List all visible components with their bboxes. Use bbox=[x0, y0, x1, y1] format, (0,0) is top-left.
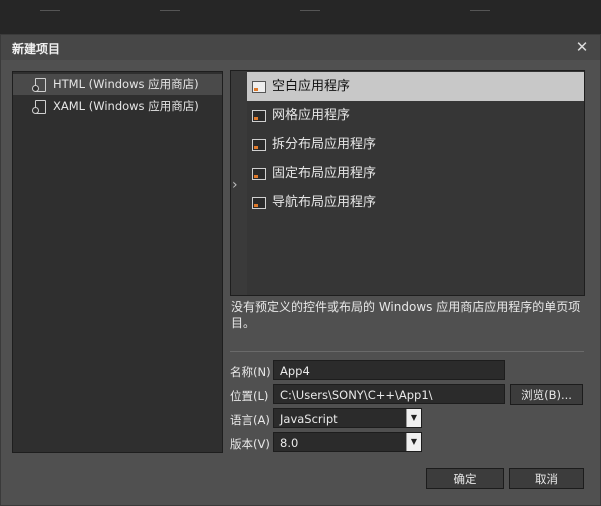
cancel-button[interactable]: 取消 bbox=[509, 468, 584, 489]
file-icon bbox=[32, 100, 46, 114]
dialog-title: 新建项目 bbox=[12, 42, 61, 56]
name-input[interactable]: App4 bbox=[273, 360, 505, 380]
blank-app-icon bbox=[252, 81, 266, 93]
project-type-tree: HTML (Windows 应用商店) XAML (Windows 应用商店) bbox=[12, 71, 223, 453]
template-label: 导航布局应用程序 bbox=[272, 195, 377, 210]
template-item-grid[interactable]: 网格应用程序 bbox=[247, 101, 584, 130]
template-item-split[interactable]: 拆分布局应用程序 bbox=[247, 130, 584, 159]
template-description: 没有预定义的控件或布局的 Windows 应用商店应用程序的单页项目。 bbox=[231, 300, 581, 330]
template-label: 空白应用程序 bbox=[272, 79, 351, 94]
chevron-down-icon[interactable]: ▼ bbox=[406, 409, 421, 427]
divider bbox=[40, 10, 60, 11]
tree-item-label: XAML (Windows 应用商店) bbox=[53, 99, 199, 113]
language-label: 语言(A) bbox=[230, 413, 270, 427]
navigation-app-icon bbox=[252, 197, 266, 209]
close-icon[interactable]: ✕ bbox=[574, 38, 590, 56]
template-item-fixed[interactable]: 固定布局应用程序 bbox=[247, 159, 584, 188]
location-label: 位置(L) bbox=[230, 389, 269, 403]
chevron-right-icon[interactable]: › bbox=[232, 177, 238, 193]
template-label: 网格应用程序 bbox=[272, 108, 351, 123]
tree-item-label: HTML (Windows 应用商店) bbox=[53, 77, 199, 91]
file-icon bbox=[32, 78, 46, 92]
dialog-titlebar: 新建项目 ✕ bbox=[1, 35, 600, 60]
template-item-navigation[interactable]: 导航布局应用程序 bbox=[247, 188, 584, 217]
grid-app-icon bbox=[252, 110, 266, 122]
fixed-app-icon bbox=[252, 168, 266, 180]
name-label: 名称(N) bbox=[230, 365, 271, 379]
divider bbox=[160, 10, 180, 11]
ok-button[interactable]: 确定 bbox=[426, 468, 504, 489]
divider bbox=[230, 351, 584, 352]
template-label: 固定布局应用程序 bbox=[272, 166, 377, 181]
split-app-icon bbox=[252, 139, 266, 151]
browse-button[interactable]: 浏览(B)... bbox=[510, 384, 583, 405]
template-list: 空白应用程序 网格应用程序 拆分布局应用程序 固定布局应用程序 导航布局应用程序 bbox=[247, 71, 584, 295]
version-select[interactable]: 8.0 ▼ bbox=[273, 432, 422, 452]
divider bbox=[300, 10, 320, 11]
location-input[interactable]: C:\Users\SONY\C++\App1\ bbox=[273, 384, 505, 404]
chevron-down-icon[interactable]: ▼ bbox=[406, 433, 421, 451]
version-value: 8.0 bbox=[280, 436, 299, 450]
new-project-dialog: 新建项目 ✕ HTML (Windows 应用商店) XAML (Windows… bbox=[0, 34, 601, 506]
language-select[interactable]: JavaScript ▼ bbox=[273, 408, 422, 428]
language-value: JavaScript bbox=[280, 412, 338, 426]
version-label: 版本(V) bbox=[230, 437, 270, 451]
tree-item-xaml[interactable]: XAML (Windows 应用商店) bbox=[13, 96, 222, 117]
template-panel: 空白应用程序 网格应用程序 拆分布局应用程序 固定布局应用程序 导航布局应用程序 bbox=[230, 70, 585, 296]
template-item-blank[interactable]: 空白应用程序 bbox=[247, 72, 584, 101]
tree-item-html[interactable]: HTML (Windows 应用商店) bbox=[13, 74, 222, 95]
divider bbox=[470, 10, 490, 11]
background-strip bbox=[0, 0, 601, 34]
template-label: 拆分布局应用程序 bbox=[272, 137, 377, 152]
